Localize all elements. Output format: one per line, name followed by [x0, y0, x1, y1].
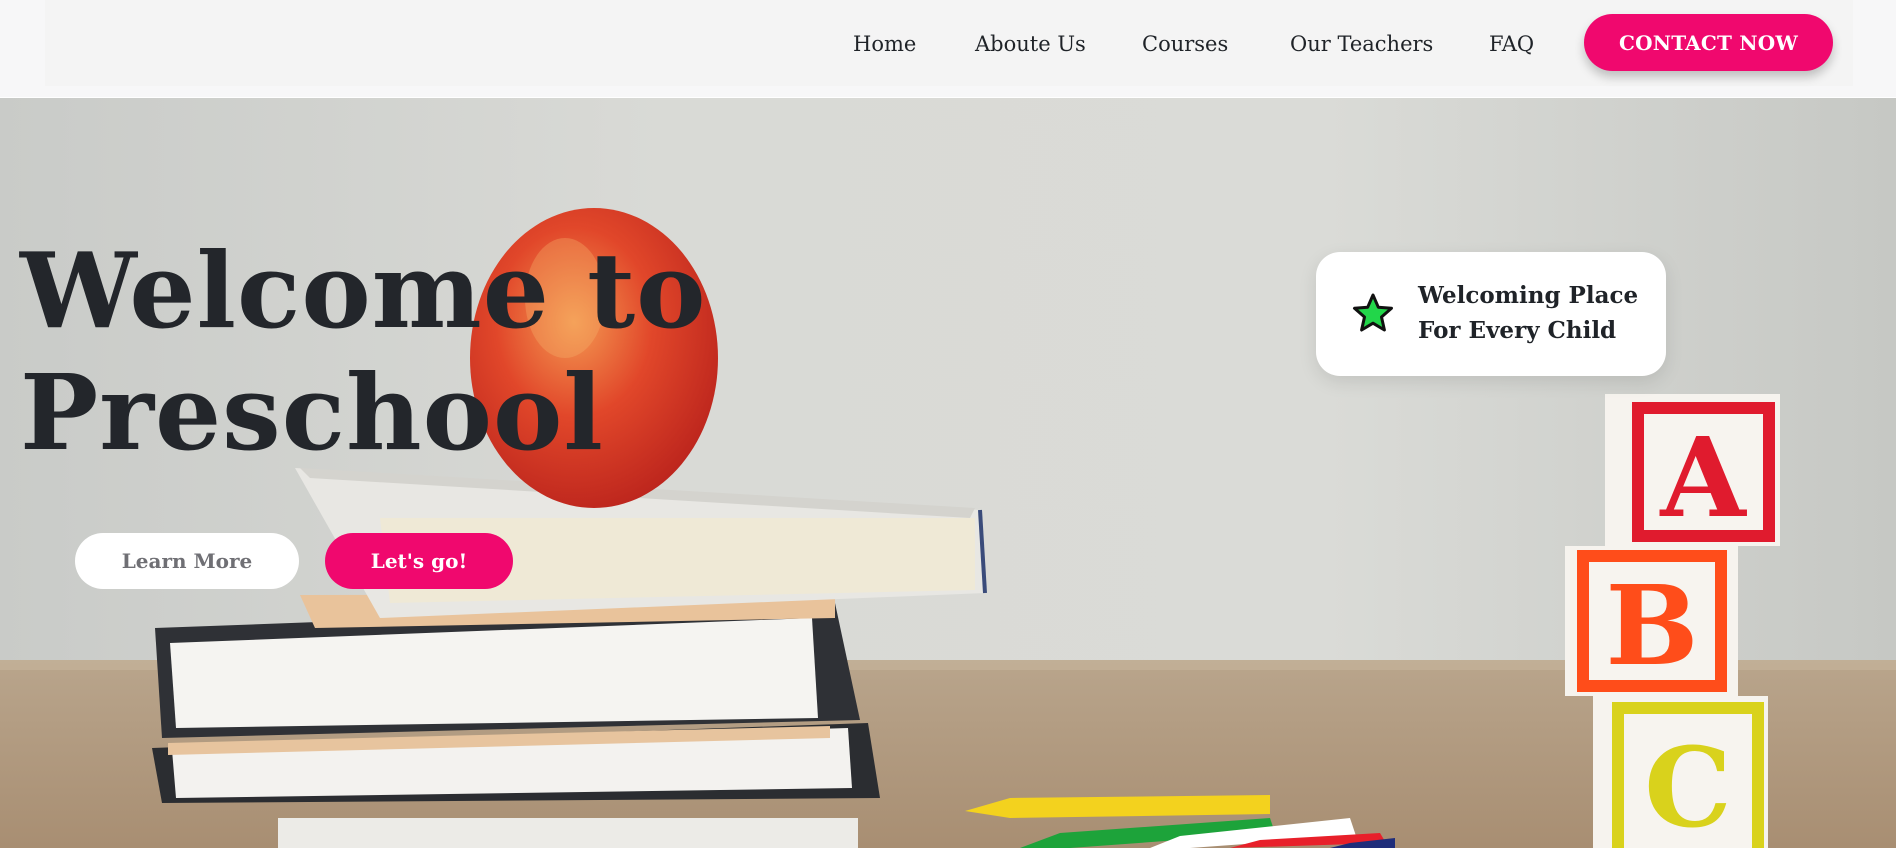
hero-title-line-1: Welcome to — [20, 229, 707, 352]
nav-link-courses[interactable]: Courses — [1142, 32, 1228, 56]
nav-link-about-us[interactable]: Aboute Us — [975, 32, 1086, 56]
svg-text:B: B — [1606, 561, 1699, 690]
lets-go-button[interactable]: Let's go! — [325, 533, 513, 589]
learn-more-button[interactable]: Learn More — [75, 533, 299, 589]
card-line-1: Welcoming Place — [1418, 282, 1639, 309]
contact-now-button[interactable]: CONTACT NOW — [1584, 14, 1833, 71]
hero-section: A B C Welcome to Preschool Learn More Le… — [0, 98, 1896, 848]
star-icon — [1353, 293, 1393, 332]
welcoming-place-card: Welcoming Place For Every Child — [1316, 252, 1666, 376]
svg-text:A: A — [1659, 413, 1747, 542]
hero-title: Welcome to Preschool — [20, 230, 707, 474]
card-line-2: For Every Child — [1418, 317, 1617, 344]
hero-title-line-2: Preschool — [20, 351, 604, 474]
nav-link-our-teachers[interactable]: Our Teachers — [1290, 32, 1433, 56]
nav-link-faq[interactable]: FAQ — [1489, 32, 1534, 56]
svg-text:C: C — [1644, 723, 1732, 848]
welcoming-place-text: Welcoming Place For Every Child — [1418, 278, 1658, 348]
nav-strip — [45, 0, 1853, 86]
nav-link-home[interactable]: Home — [853, 32, 916, 56]
top-navigation-bar: Home Aboute Us Courses Our Teachers FAQ … — [0, 0, 1896, 97]
